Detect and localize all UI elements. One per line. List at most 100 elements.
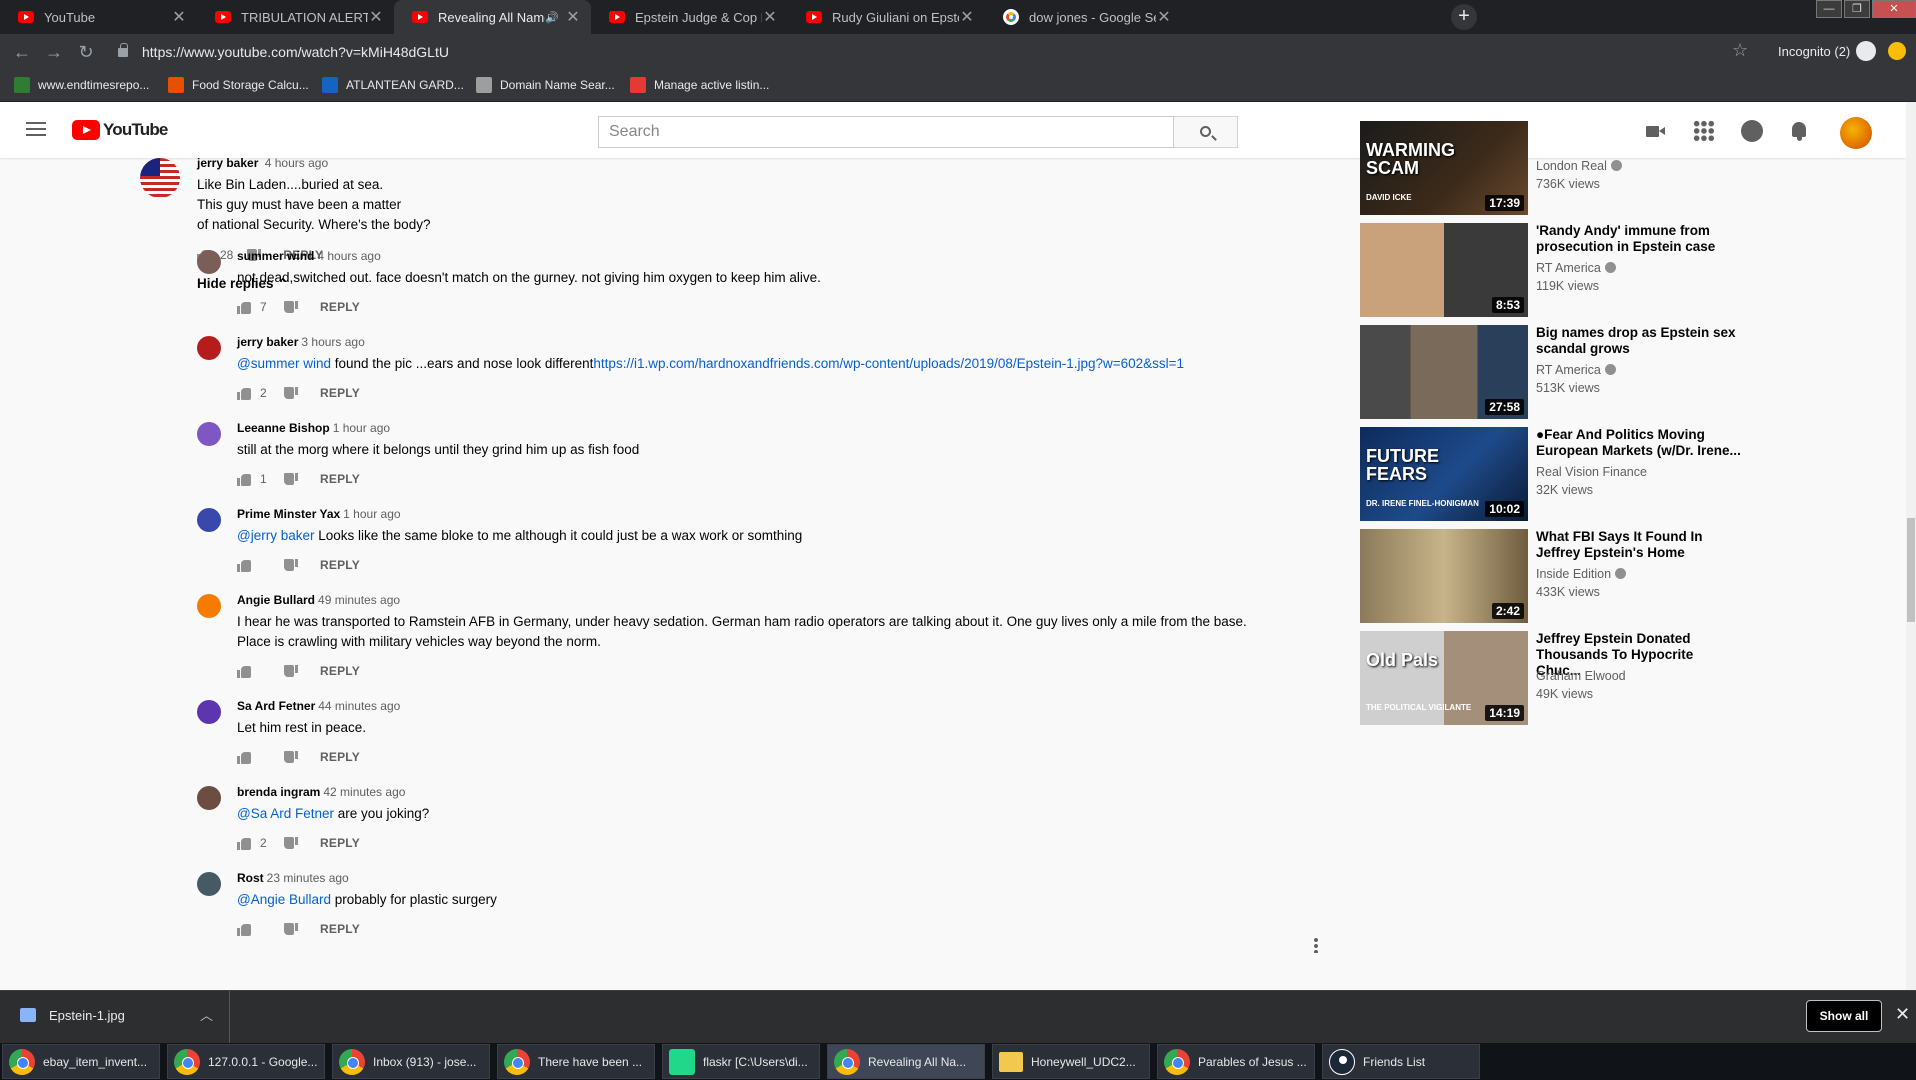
scrollbar-thumb[interactable] bbox=[1907, 518, 1915, 622]
channel-name[interactable]: Real Vision Finance bbox=[1536, 465, 1647, 479]
commenter-avatar[interactable] bbox=[197, 508, 221, 532]
comment-author[interactable]: Rost bbox=[237, 871, 264, 885]
mention-link[interactable]: @jerry baker bbox=[237, 528, 314, 543]
comment-time[interactable]: 4 hours ago bbox=[317, 249, 380, 263]
thumbs-down-icon[interactable] bbox=[284, 836, 298, 850]
thumbs-up-icon[interactable] bbox=[237, 751, 251, 764]
comment-time[interactable]: 49 minutes ago bbox=[318, 593, 400, 607]
browser-tab[interactable]: Rudy Giuliani on Epstein's 'mind✕ bbox=[788, 0, 985, 34]
comment-author[interactable]: jerry baker bbox=[237, 335, 298, 349]
back-button[interactable]: ← bbox=[10, 40, 34, 64]
comment-author[interactable]: Prime Minster Yax bbox=[237, 507, 340, 521]
comment-time[interactable]: 42 minutes ago bbox=[323, 785, 405, 799]
comment-time[interactable]: 3 hours ago bbox=[301, 335, 364, 349]
browser-tab[interactable]: Epstein Judge & Cop Found Dead✕ bbox=[591, 0, 788, 34]
thumbs-down-icon[interactable] bbox=[284, 750, 298, 764]
channel-name[interactable]: Inside Edition bbox=[1536, 567, 1627, 581]
bookmark-item[interactable]: www.endtimesrepo... bbox=[14, 77, 149, 93]
thumbs-down-icon[interactable] bbox=[284, 922, 298, 936]
thumbs-up-icon[interactable] bbox=[237, 559, 251, 572]
youtube-logo[interactable]: YouTube bbox=[72, 120, 168, 140]
comment-author[interactable]: Angie Bullard bbox=[237, 593, 315, 607]
extension-icon[interactable] bbox=[1888, 42, 1906, 60]
browser-tab[interactable]: dow jones - Google Search✕ bbox=[985, 0, 1182, 34]
video-title[interactable]: 'Randy Andy' immune from prosecution in … bbox=[1536, 223, 1741, 255]
comment-time[interactable]: 1 hour ago bbox=[333, 421, 390, 435]
menu-icon[interactable] bbox=[26, 122, 46, 136]
thumbs-down-icon[interactable] bbox=[284, 386, 298, 400]
taskbar-item[interactable]: flaskr [C:\Users\di... bbox=[662, 1044, 820, 1079]
comment-time[interactable]: 44 minutes ago bbox=[318, 699, 400, 713]
video-thumbnail[interactable]: FUTURE FEARS DR. IRENE FINEL-HONIGMAN 10:0… bbox=[1360, 427, 1528, 521]
recommended-video[interactable]: FUTURE FEARS DR. IRENE FINEL-HONIGMAN 10:0… bbox=[1358, 427, 1898, 521]
comment-time[interactable]: 23 minutes ago bbox=[267, 871, 349, 885]
address-bar[interactable]: https://www.youtube.com/watch?v=kMiH48dG… bbox=[110, 39, 1760, 66]
video-title[interactable]: Big names drop as Epstein sex scandal gr… bbox=[1536, 325, 1741, 357]
tab-close-icon[interactable]: ✕ bbox=[171, 7, 187, 27]
show-all-button[interactable]: Show all bbox=[1806, 1000, 1882, 1032]
window-close-button[interactable]: ✕ bbox=[1872, 0, 1916, 18]
thumbs-down-icon[interactable] bbox=[284, 300, 298, 314]
commenter-avatar[interactable] bbox=[197, 872, 221, 896]
browser-tab[interactable]: Revealing All Names From Jeff🔊 ✕ bbox=[394, 0, 591, 34]
reply-button[interactable]: REPLY bbox=[320, 386, 360, 400]
video-thumbnail[interactable]: 2:42 bbox=[1360, 529, 1528, 623]
reply-button[interactable]: REPLY bbox=[320, 558, 360, 572]
new-tab-button[interactable]: + bbox=[1451, 4, 1477, 30]
comment-author[interactable]: summer wind bbox=[237, 249, 314, 263]
search-input[interactable]: Search bbox=[598, 116, 1174, 148]
thumbs-up-icon[interactable] bbox=[237, 665, 251, 678]
tab-close-icon[interactable]: ✕ bbox=[368, 7, 384, 27]
search-button[interactable] bbox=[1174, 116, 1238, 148]
recommended-video[interactable]: 2:42 What FBI Says It Found In Jeffrey Ep… bbox=[1358, 529, 1898, 623]
minimize-button[interactable]: — bbox=[1816, 0, 1842, 18]
commenter-avatar[interactable] bbox=[197, 594, 221, 618]
tab-close-icon[interactable]: ✕ bbox=[762, 7, 778, 27]
commenter-avatar[interactable] bbox=[197, 786, 221, 810]
url-link[interactable]: https://i1.wp.com/hardnoxandfriends.com/… bbox=[593, 356, 1184, 371]
page-scrollbar[interactable] bbox=[1906, 102, 1916, 990]
recommended-video[interactable]: Old Pals THE POLITICAL VIGILANTE 14:19 Jeff… bbox=[1358, 631, 1898, 725]
thumbs-down-icon[interactable] bbox=[284, 472, 298, 486]
reply-button[interactable]: REPLY bbox=[320, 750, 360, 764]
reply-button[interactable]: REPLY bbox=[320, 300, 360, 314]
taskbar-item[interactable]: 127.0.0.1 - Google... bbox=[167, 1044, 325, 1079]
video-thumbnail[interactable]: Old Pals THE POLITICAL VIGILANTE 14:19 bbox=[1360, 631, 1528, 725]
thumbs-up-icon[interactable] bbox=[237, 923, 251, 936]
thumbs-up-icon[interactable] bbox=[237, 387, 251, 400]
commenter-avatar[interactable] bbox=[197, 700, 221, 724]
thumbs-up-icon[interactable] bbox=[237, 837, 251, 850]
download-item[interactable]: Epstein-1.jpg ︿ bbox=[0, 991, 230, 1043]
recommended-video[interactable]: 27:58 Big names drop as Epstein sex scand… bbox=[1358, 325, 1898, 419]
comment-author[interactable]: brenda ingram bbox=[237, 785, 320, 799]
incognito-label[interactable]: Incognito (2) bbox=[1778, 44, 1850, 59]
channel-name[interactable]: Graham Elwood bbox=[1536, 669, 1626, 683]
commenter-avatar[interactable] bbox=[197, 422, 221, 446]
bookmark-item[interactable]: ATLANTEAN GARD... bbox=[322, 77, 464, 93]
taskbar-item[interactable]: Friends List bbox=[1322, 1044, 1480, 1079]
mention-link[interactable]: @Sa Ard Fetner bbox=[237, 806, 334, 821]
comment-time[interactable]: 4 hours ago bbox=[265, 158, 328, 170]
taskbar-item[interactable]: Honeywell_UDC2... bbox=[992, 1044, 1150, 1079]
taskbar-item[interactable]: Inbox (913) - jose... bbox=[332, 1044, 490, 1079]
tab-close-icon[interactable]: ✕ bbox=[565, 7, 581, 27]
bookmark-item[interactable]: Manage active listin... bbox=[630, 77, 769, 93]
video-thumbnail[interactable]: 8:53 bbox=[1360, 223, 1528, 317]
channel-name[interactable]: London Real bbox=[1536, 159, 1622, 173]
speaker-icon[interactable]: 🔊 bbox=[545, 11, 559, 24]
comment-author[interactable]: jerry baker bbox=[197, 158, 258, 170]
flag-avatar[interactable] bbox=[140, 158, 180, 198]
video-title[interactable]: What FBI Says It Found In Jeffrey Epstei… bbox=[1536, 529, 1741, 561]
more-actions-icon[interactable] bbox=[1314, 937, 1318, 953]
comment-author[interactable]: Leeanne Bishop bbox=[237, 421, 330, 435]
comment-time[interactable]: 1 hour ago bbox=[343, 507, 400, 521]
taskbar-item[interactable]: Parables of Jesus ... bbox=[1157, 1044, 1315, 1079]
browser-tab[interactable]: YouTube ✕ bbox=[0, 0, 197, 34]
mention-link[interactable]: @summer wind bbox=[237, 356, 331, 371]
channel-name[interactable]: RT America bbox=[1536, 261, 1616, 275]
commenter-avatar[interactable] bbox=[197, 250, 221, 274]
reply-button[interactable]: REPLY bbox=[320, 922, 360, 936]
close-download-bar-icon[interactable]: ✕ bbox=[1895, 1004, 1910, 1025]
taskbar-item[interactable]: There have been ... bbox=[497, 1044, 655, 1079]
recommended-video[interactable]: WARMING SCAM DAVID ICKE 17:39 London Real 73… bbox=[1358, 121, 1898, 215]
